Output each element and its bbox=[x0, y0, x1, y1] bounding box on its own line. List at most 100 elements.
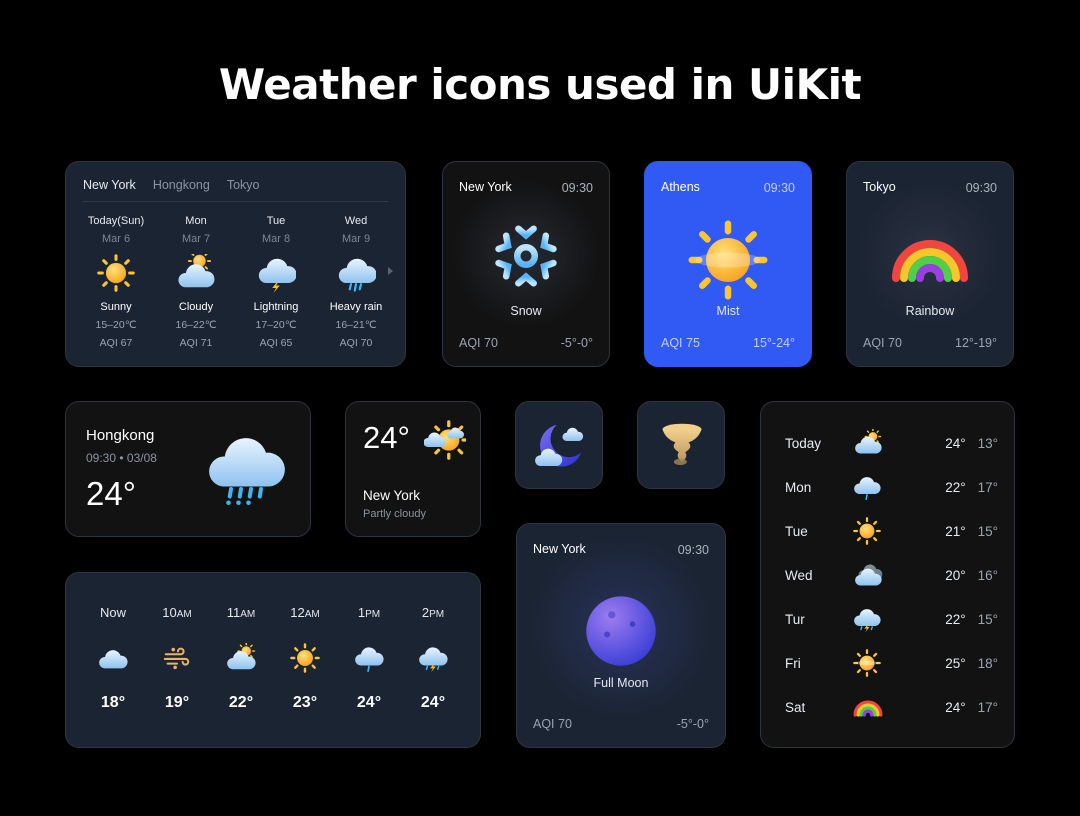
temperature: 24° bbox=[363, 420, 410, 455]
tab-new-york[interactable]: New York bbox=[83, 178, 136, 192]
city-label: New York bbox=[533, 542, 586, 556]
week-row: Today 24° 13° bbox=[785, 428, 998, 458]
time-label: 09:30 bbox=[677, 543, 709, 557]
city-label: Hongkong bbox=[86, 427, 155, 444]
rainbow-icon bbox=[892, 240, 968, 282]
high-temp: 24° bbox=[945, 435, 966, 451]
snowflake-icon bbox=[495, 221, 557, 291]
day-label: Today bbox=[785, 435, 822, 451]
week-row: Sat 24° 17° bbox=[785, 692, 998, 722]
hour-column: 11AM 22° bbox=[211, 605, 271, 712]
partly-cloudy-icon bbox=[424, 420, 466, 460]
day-label: Tur bbox=[785, 611, 805, 627]
hour-temp: 19° bbox=[164, 694, 190, 711]
tab-tokyo[interactable]: Tokyo bbox=[227, 178, 260, 192]
moon-cloud-icon bbox=[535, 424, 584, 467]
hour-column: 1PM 24° bbox=[339, 605, 399, 712]
aqi-label: AQI 71 bbox=[179, 337, 213, 349]
aqi-label: AQI 70 bbox=[533, 717, 572, 731]
temperature: 24° bbox=[86, 475, 136, 512]
hazy-sun-icon bbox=[853, 649, 882, 677]
week-row: Wed 20° 16° bbox=[785, 560, 998, 590]
hour-temp: 24° bbox=[420, 694, 446, 711]
high-temp: 22° bbox=[945, 479, 966, 495]
low-temp: 16° bbox=[977, 567, 998, 583]
hourly-card: Now 18° 10AM 19° 11AM 22° 12AM 23° 1PM 2… bbox=[65, 572, 481, 748]
temp-range: -5°-0° bbox=[676, 717, 709, 731]
sunny-icon bbox=[97, 254, 135, 292]
hour-label: 2PM bbox=[421, 605, 445, 620]
hour-label: Now bbox=[99, 605, 126, 620]
weekly-card: Today 24° 13° Mon 22° 17° Tue 21° 15° We… bbox=[760, 401, 1015, 748]
date-label: Mar 8 bbox=[261, 233, 291, 245]
high-temp: 24° bbox=[945, 699, 966, 715]
day-label: Fri bbox=[785, 655, 801, 671]
hour-label: 12AM bbox=[290, 605, 320, 620]
page-title: Weather icons used in UiKit bbox=[218, 60, 862, 109]
day-column: Wed Mar 9 Heavy rain 16–21℃ AQI 70 bbox=[317, 215, 395, 349]
full-moon-card: New York 09:30 Full Moon AQI 70 -5°-0° bbox=[516, 523, 726, 748]
forecast-card: New York Hongkong Tokyo Today(Sun) Mar 6… bbox=[65, 161, 406, 367]
sun-icon bbox=[688, 220, 768, 300]
heavy-rain-icon bbox=[209, 438, 285, 505]
low-temp: 15° bbox=[977, 611, 998, 627]
hour-column: 2PM 24° bbox=[403, 605, 463, 712]
time-label: 09:30 bbox=[965, 181, 997, 195]
city-label: New York bbox=[363, 488, 421, 503]
partly-cloudy-card: 24° New York Partly cloudy bbox=[345, 401, 481, 537]
day-label: Mon bbox=[785, 479, 812, 495]
aqi-label: AQI 67 bbox=[99, 337, 133, 349]
hour-label: 1PM bbox=[357, 605, 381, 620]
city-label: Tokyo bbox=[863, 180, 896, 194]
condition-label: Sunny bbox=[100, 301, 132, 313]
thunderstorm-icon bbox=[419, 647, 448, 673]
temp-range: 15–20℃ bbox=[95, 319, 137, 331]
aqi-label: AQI 70 bbox=[339, 337, 373, 349]
day-column: Tue Mar 8 Lightning 17–20℃ AQI 65 bbox=[237, 215, 315, 349]
hour-label: 10AM bbox=[162, 605, 192, 620]
tornado-tile bbox=[637, 401, 725, 489]
time-date-label: 09:30 • 03/08 bbox=[86, 451, 157, 465]
aqi-label: AQI 65 bbox=[259, 337, 293, 349]
light-rain-icon bbox=[355, 647, 384, 672]
day-label: Today(Sun) bbox=[87, 215, 145, 227]
aqi-label: AQI 70 bbox=[863, 336, 902, 350]
low-temp: 17° bbox=[977, 479, 998, 495]
hongkong-card: Hongkong 09:30 • 03/08 24° bbox=[65, 401, 311, 537]
partly-cloudy-icon bbox=[227, 643, 256, 670]
condition-label: Cloudy bbox=[178, 301, 214, 313]
full-moon-icon bbox=[586, 596, 656, 666]
snow-card: New York 09:30 Snow AQI 70 -5°-0° bbox=[442, 161, 610, 367]
city-label: New York bbox=[459, 180, 512, 194]
hour-temp: 23° bbox=[292, 694, 318, 711]
city-label: Athens bbox=[661, 180, 700, 194]
condition-label: Snow bbox=[510, 304, 542, 318]
temp-range: 16–22℃ bbox=[175, 319, 217, 331]
day-column: Today(Sun) Mar 6 Sunny 15–20℃ AQI 67 bbox=[77, 215, 155, 349]
overcast-icon bbox=[855, 564, 883, 586]
cloudy-icon bbox=[178, 254, 215, 288]
date-label: Mar 7 bbox=[181, 233, 211, 245]
tab-hongkong[interactable]: Hongkong bbox=[153, 178, 210, 192]
condition-label: Heavy rain bbox=[329, 301, 383, 313]
rainbow-icon bbox=[853, 700, 883, 717]
day-label: Tue bbox=[266, 215, 286, 227]
temp-range: 17–20℃ bbox=[255, 319, 297, 331]
moon-cloud-tile bbox=[515, 401, 603, 489]
lightning-icon bbox=[258, 258, 296, 293]
condition-label: Full Moon bbox=[593, 676, 649, 690]
day-label: Wed bbox=[785, 567, 813, 583]
condition-label: Partly cloudy bbox=[363, 508, 426, 520]
high-temp: 20° bbox=[945, 567, 966, 583]
condition-label: Mist bbox=[716, 304, 740, 318]
wind-icon bbox=[163, 647, 190, 670]
heavy-rain-icon bbox=[338, 258, 376, 292]
day-column: Mon Mar 7 Cloudy 16–22℃ AQI 71 bbox=[157, 215, 235, 349]
temp-range: 12°-19° bbox=[955, 336, 997, 350]
hour-temp: 24° bbox=[356, 694, 382, 711]
hour-temp: 22° bbox=[228, 694, 254, 711]
day-label: Mon bbox=[185, 215, 207, 227]
thunderstorm-icon bbox=[854, 609, 881, 633]
city-tabs: New York Hongkong Tokyo bbox=[83, 178, 259, 192]
next-arrow-icon[interactable] bbox=[388, 267, 393, 275]
